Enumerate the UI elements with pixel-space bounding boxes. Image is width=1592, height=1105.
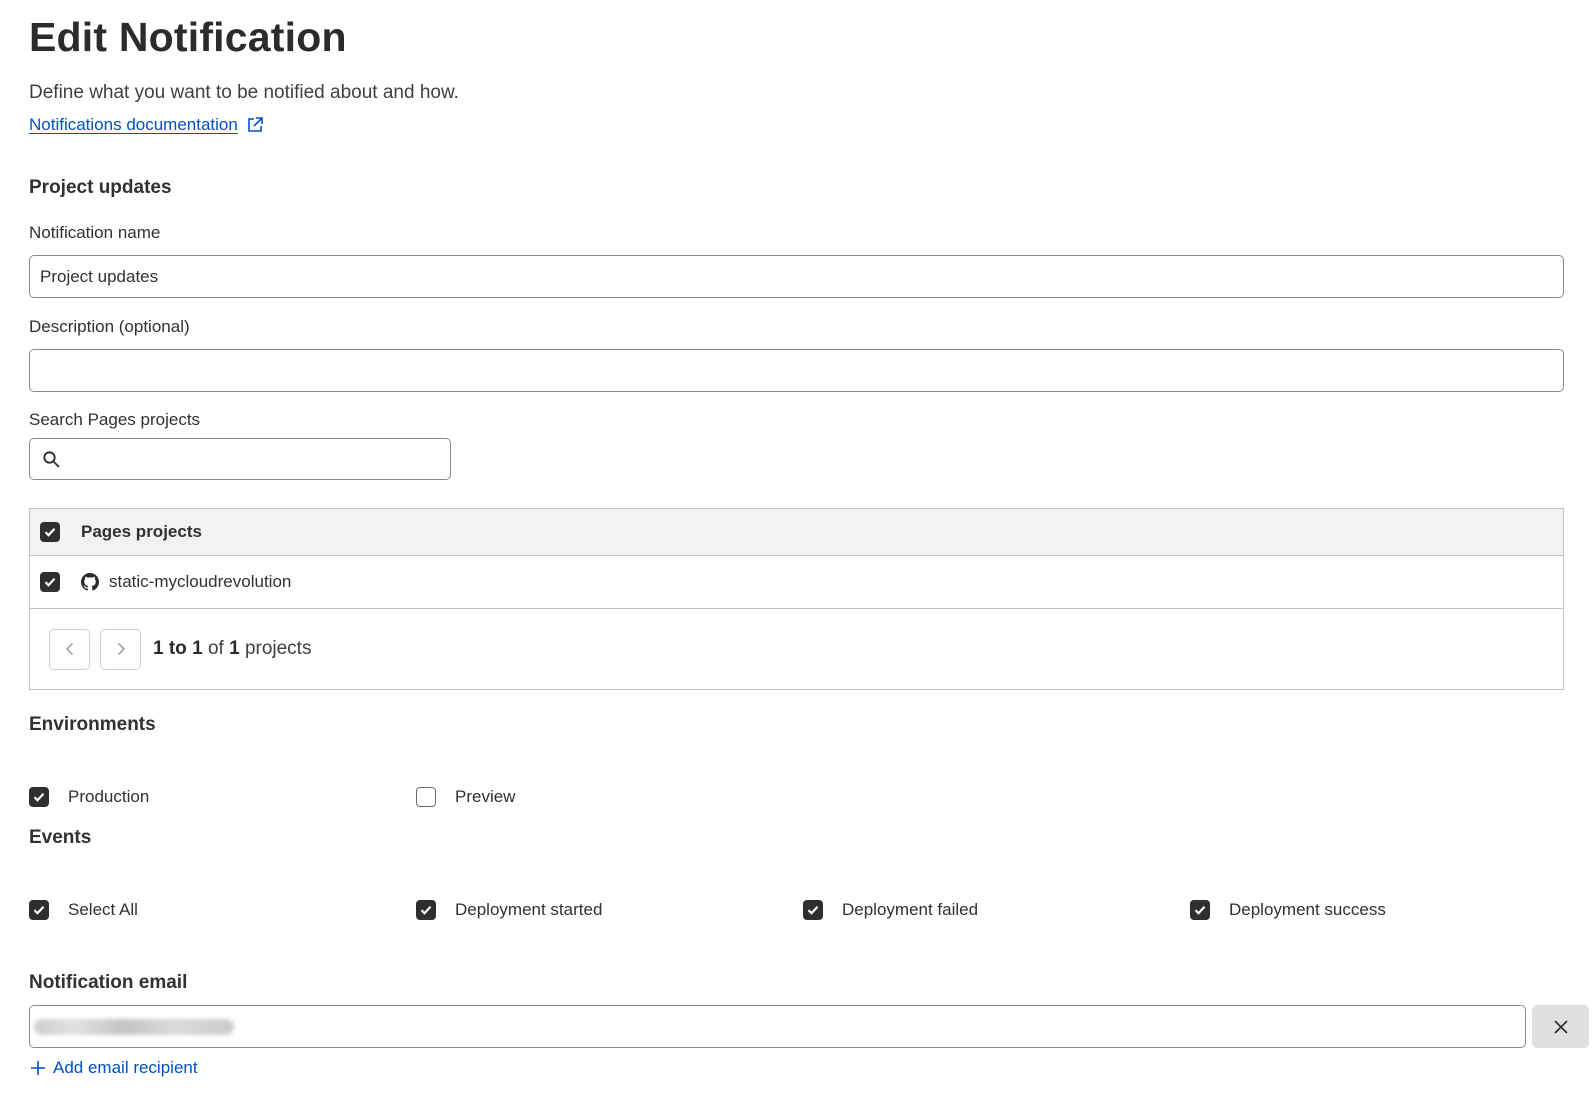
close-icon (1553, 1019, 1568, 1034)
environments-title: Environments (29, 714, 156, 735)
event-option-deployment-started[interactable]: Deployment started (416, 900, 602, 920)
deployment-success-checkbox[interactable] (1190, 900, 1210, 920)
event-option-deployment-success[interactable]: Deployment success (1190, 900, 1386, 920)
select-all-events-checkbox[interactable] (29, 900, 49, 920)
event-option-deployment-failed[interactable]: Deployment failed (803, 900, 978, 920)
deployment-started-checkbox[interactable] (416, 900, 436, 920)
github-icon (81, 573, 99, 591)
environment-option-production[interactable]: Production (29, 787, 149, 807)
page-title: Edit Notification (29, 14, 347, 60)
preview-checkbox[interactable] (416, 787, 436, 807)
project-row-checkbox[interactable] (40, 572, 60, 592)
remove-email-button[interactable] (1532, 1005, 1589, 1048)
production-checkbox[interactable] (29, 787, 49, 807)
notification-email-input[interactable] (29, 1005, 1526, 1048)
next-page-button[interactable] (100, 628, 141, 670)
project-name: static-mycloudrevolution (109, 572, 292, 591)
checkmark-icon (1194, 906, 1206, 915)
search-icon (43, 450, 60, 468)
page-unit: projects (244, 638, 312, 659)
checkmark-icon (420, 906, 432, 915)
deployment-failed-label: Deployment failed (842, 900, 979, 919)
search-projects-input[interactable] (67, 440, 450, 478)
events-title: Events (29, 827, 92, 848)
pages-projects-table: Pages projects static-mycloudrevolution … (29, 508, 1564, 690)
description-label: Description (optional) (29, 317, 190, 336)
event-option-select-all[interactable]: Select All (29, 900, 138, 920)
deployment-started-label: Deployment started (455, 900, 603, 919)
description-input[interactable] (29, 349, 1564, 392)
redacted-email-value (34, 1019, 234, 1035)
notification-name-input[interactable] (29, 255, 1564, 298)
page-range-end: 1 (192, 638, 203, 659)
notifications-documentation-link[interactable]: Notifications documentation (29, 115, 264, 135)
select-all-label: Select All (68, 900, 138, 919)
plus-icon (31, 1061, 45, 1075)
external-link-icon (248, 117, 263, 132)
production-label: Production (68, 787, 150, 806)
notification-name-label: Notification name (29, 223, 161, 242)
previous-page-button[interactable] (49, 628, 90, 670)
checkmark-icon (44, 528, 56, 537)
checkmark-icon (44, 578, 56, 587)
column-header-pages-projects: Pages projects (81, 522, 202, 541)
chevron-right-icon (117, 642, 125, 656)
preview-label: Preview (455, 787, 516, 806)
chevron-left-icon (65, 642, 73, 656)
checkmark-icon (33, 793, 45, 802)
pagination: 1 to 1 of 1 projects (30, 609, 1563, 689)
deployment-failed-checkbox[interactable] (803, 900, 823, 920)
pagination-summary: 1 to 1 of 1 projects (153, 638, 311, 660)
page-range-of: of (207, 638, 224, 659)
page-range-to: to (168, 638, 187, 659)
search-pages-projects-label: Search Pages projects (29, 410, 201, 429)
doc-link-label: Notifications documentation (29, 115, 238, 134)
table-row[interactable]: static-mycloudrevolution (30, 556, 1563, 609)
add-email-recipient-label: Add email recipient (53, 1058, 198, 1077)
add-email-recipient-link[interactable]: Add email recipient (29, 1058, 198, 1078)
search-projects-box[interactable] (29, 438, 451, 480)
environment-option-preview[interactable]: Preview (416, 787, 515, 807)
notification-email-title: Notification email (29, 972, 188, 993)
page-total: 1 (229, 638, 240, 659)
select-all-projects-checkbox[interactable] (40, 522, 60, 542)
deployment-success-label: Deployment success (1229, 900, 1386, 919)
page-range-start: 1 (153, 638, 164, 659)
table-header: Pages projects (30, 509, 1563, 556)
checkmark-icon (33, 906, 45, 915)
page-subtitle: Define what you want to be notified abou… (29, 82, 459, 103)
section-title: Project updates (29, 177, 172, 198)
checkmark-icon (807, 906, 819, 915)
